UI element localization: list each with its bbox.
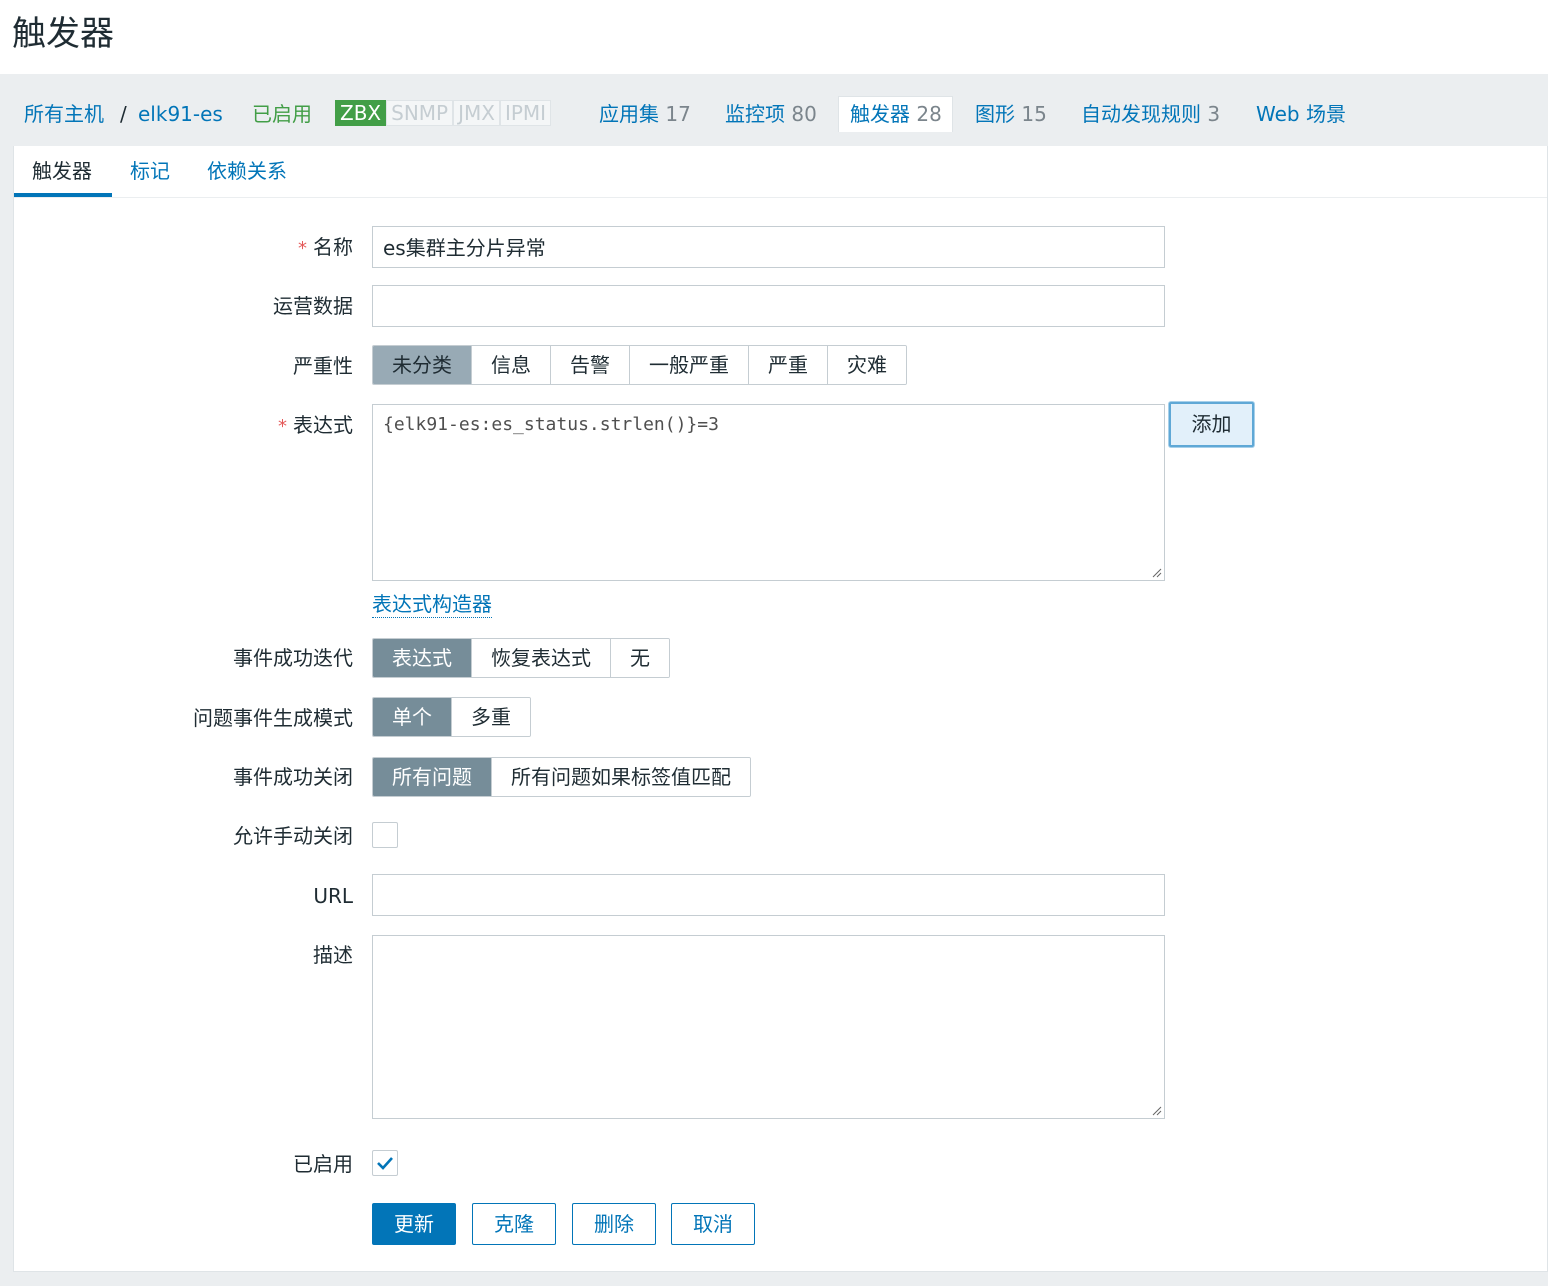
nav-all-hosts-link[interactable]: 所有主机 <box>24 101 104 127</box>
availability-indicators: ZBX SNMP JMX IPMI <box>335 100 552 126</box>
clone-button[interactable]: 克隆 <box>472 1203 556 1245</box>
tab-dependencies[interactable]: 依赖关系 <box>207 158 287 184</box>
recovery-mode-expression[interactable]: 表达式 <box>373 639 472 677</box>
active-tab-indicator <box>14 193 112 197</box>
severity-selector: 未分类 信息 告警 一般严重 严重 灾难 <box>372 345 907 385</box>
jmx-availability-badge: JMX <box>453 100 500 126</box>
resize-grip-icon[interactable] <box>1150 566 1162 578</box>
recovery-mode-none[interactable]: 无 <box>611 639 669 677</box>
opdata-input[interactable] <box>372 285 1165 327</box>
problem-mode-selector: 单个 多重 <box>372 697 531 737</box>
recovery-mode-label: 事件成功迭代 <box>233 646 353 670</box>
required-marker: * <box>298 238 307 259</box>
name-label: * 名称 <box>298 235 353 259</box>
host-status-enabled[interactable]: 已启用 <box>252 101 312 127</box>
severity-disaster[interactable]: 灾难 <box>828 346 906 384</box>
name-input[interactable]: es集群主分片异常 <box>372 226 1165 268</box>
recovery-mode-recovery-expression[interactable]: 恢复表达式 <box>472 639 611 677</box>
enabled-label: 已启用 <box>293 1152 353 1176</box>
problem-mode-label: 问题事件生成模式 <box>193 706 353 730</box>
opdata-label: 运营数据 <box>273 294 353 318</box>
nav-applications-link[interactable]: 应用集 17 <box>599 101 691 127</box>
nav-items-link[interactable]: 监控项 80 <box>725 101 817 127</box>
ipmi-availability-badge: IPMI <box>499 100 552 126</box>
severity-not-classified[interactable]: 未分类 <box>373 346 472 384</box>
description-label: 描述 <box>313 943 353 967</box>
snmp-availability-badge: SNMP <box>386 100 454 126</box>
nav-discovery-rules-link[interactable]: 自动发现规则 3 <box>1081 101 1220 127</box>
severity-average[interactable]: 一般严重 <box>630 346 749 384</box>
description-textarea[interactable] <box>372 935 1165 1119</box>
cancel-button[interactable]: 取消 <box>671 1203 755 1245</box>
page-title: 触发器 <box>12 14 114 54</box>
update-button[interactable]: 更新 <box>372 1203 456 1245</box>
add-expression-button[interactable]: 添加 <box>1169 402 1254 447</box>
tab-trigger[interactable]: 触发器 <box>32 158 92 184</box>
problem-mode-multiple[interactable]: 多重 <box>452 698 530 736</box>
manual-close-checkbox[interactable] <box>372 822 398 848</box>
severity-information[interactable]: 信息 <box>472 346 551 384</box>
trigger-form-panel: 触发器 标记 依赖关系 * 名称 es集群主分片异常 运营数据 严重性 未分类 信… <box>13 146 1548 1272</box>
ok-close-all-problems[interactable]: 所有问题 <box>373 758 492 796</box>
nav-triggers-link[interactable]: 触发器 28 <box>850 101 942 127</box>
severity-warning[interactable]: 告警 <box>551 346 630 384</box>
expression-label: * 表达式 <box>278 413 353 437</box>
form-tabs: 触发器 标记 依赖关系 <box>14 146 1547 198</box>
severity-high[interactable]: 严重 <box>749 346 828 384</box>
nav-web-scenarios-link[interactable]: Web 场景 <box>1256 101 1346 127</box>
problem-mode-single[interactable]: 单个 <box>373 698 452 736</box>
manual-close-label: 允许手动关闭 <box>233 824 353 848</box>
checkmark-icon <box>377 1157 393 1170</box>
expression-value: {elk91-es:es_status.strlen()}=3 <box>383 414 719 435</box>
severity-label: 严重性 <box>293 354 353 378</box>
delete-button[interactable]: 删除 <box>572 1203 656 1245</box>
expression-constructor-link[interactable]: 表达式构造器 <box>372 591 492 618</box>
required-marker: * <box>278 416 287 437</box>
nav-graphs-link[interactable]: 图形 15 <box>975 101 1047 127</box>
page-header: 触发器 <box>0 0 1548 74</box>
zbx-availability-badge: ZBX <box>335 100 387 126</box>
expression-textarea[interactable]: {elk91-es:es_status.strlen()}=3 <box>372 404 1165 581</box>
url-input[interactable] <box>372 874 1165 916</box>
enabled-checkbox[interactable] <box>372 1150 398 1176</box>
host-navigation: 所有主机 / elk91-es 已启用 应用集 17 监控项 80 触发器 28… <box>0 84 1548 146</box>
tab-tags[interactable]: 标记 <box>130 158 170 184</box>
breadcrumb-separator: / <box>120 102 127 126</box>
url-label: URL <box>313 884 353 908</box>
ok-close-tag-match[interactable]: 所有问题如果标签值匹配 <box>492 758 750 796</box>
resize-grip-icon[interactable] <box>1150 1104 1162 1116</box>
ok-close-label: 事件成功关闭 <box>233 765 353 789</box>
recovery-mode-selector: 表达式 恢复表达式 无 <box>372 638 670 678</box>
nav-host-link[interactable]: elk91-es <box>138 101 223 127</box>
ok-close-selector: 所有问题 所有问题如果标签值匹配 <box>372 757 751 797</box>
